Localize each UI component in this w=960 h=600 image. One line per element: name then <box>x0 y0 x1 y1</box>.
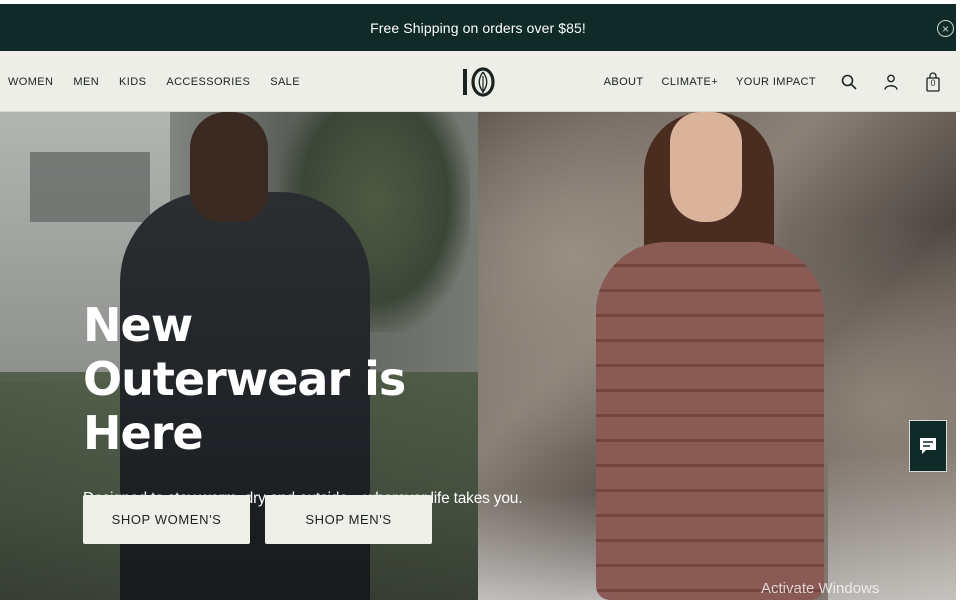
nav-left: WOMEN MEN KIDS ACCESSORIES SALE <box>8 51 320 112</box>
cart-icon[interactable]: 0 <box>924 71 942 93</box>
cart-count: 0 <box>930 77 936 88</box>
nav-item-kids[interactable]: KIDS <box>119 76 146 88</box>
nav-right: ABOUT CLIMATE+ YOUR IMPACT 0 <box>586 51 942 112</box>
shop-mens-button[interactable]: SHOP MEN'S <box>265 495 432 544</box>
nav-item-men[interactable]: MEN <box>73 76 99 88</box>
hero-image-women <box>478 112 956 600</box>
nav-item-climate[interactable]: CLIMATE+ <box>662 76 718 88</box>
hero-copy: New Outerwear is Here Designed to stay w… <box>83 298 523 508</box>
hero-title: New Outerwear is Here <box>83 298 406 460</box>
close-icon[interactable]: × <box>937 20 954 37</box>
announcement-bar: Free Shipping on orders over $85! × <box>0 4 956 51</box>
announcement-text: Free Shipping on orders over $85! <box>370 19 586 36</box>
chat-button[interactable] <box>909 420 947 472</box>
nav-item-your-impact[interactable]: YOUR IMPACT <box>736 76 816 88</box>
nav-item-women[interactable]: WOMEN <box>8 76 53 88</box>
nav-item-accessories[interactable]: ACCESSORIES <box>166 76 250 88</box>
logo-mark <box>463 67 495 97</box>
nav-item-sale[interactable]: SALE <box>270 76 300 88</box>
activate-windows-watermark: Activate Windows <box>761 580 880 597</box>
brand-logo[interactable]: 10 <box>461 66 495 98</box>
hero-banner: New Outerwear is Here Designed to stay w… <box>0 112 960 600</box>
chat-icon <box>920 438 936 454</box>
account-icon[interactable] <box>882 71 900 93</box>
nav-item-about[interactable]: ABOUT <box>604 76 644 88</box>
shop-womens-button[interactable]: SHOP WOMEN'S <box>83 495 250 544</box>
search-icon[interactable] <box>840 71 858 93</box>
